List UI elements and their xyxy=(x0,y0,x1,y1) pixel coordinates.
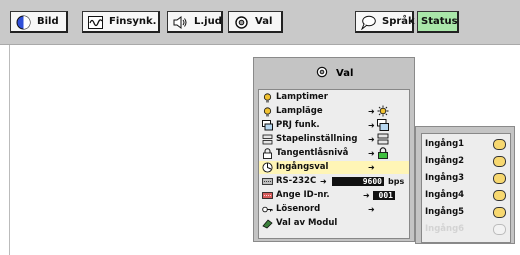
menu-item-rs232c[interactable]: RS-232C ➜ 9600 bps xyxy=(259,175,409,188)
submenu-item-ingang3[interactable]: Ingång3 xyxy=(422,171,510,185)
radio-button[interactable] xyxy=(493,190,506,201)
lamp-icon xyxy=(263,93,272,103)
arrow-right-icon: ➜ xyxy=(363,191,370,200)
input-select-icon xyxy=(262,162,273,173)
projector-icon xyxy=(262,120,273,131)
submenu-item-label: Ingång6 xyxy=(425,224,465,234)
serial-port-icon xyxy=(262,178,273,185)
submenu-item-ingang1[interactable]: Ingång1 xyxy=(422,137,510,151)
arrow-right-icon: ➜ xyxy=(368,121,375,130)
status-tab[interactable]: Status xyxy=(417,11,459,33)
speech-bubble-icon xyxy=(361,15,376,30)
radio-button[interactable] xyxy=(493,156,506,167)
arrow-right-icon: ➜ xyxy=(320,177,327,186)
speaker-icon xyxy=(173,16,187,29)
ljud-label: L.jud xyxy=(194,16,222,27)
submenu-item-label: Ingång2 xyxy=(425,156,465,166)
input-submenu-panel: Ingång1 Ingång2 Ingång3 Ingång4 Ingång5 … xyxy=(415,126,515,244)
options-icon xyxy=(235,16,248,29)
arrow-right-icon: ➜ xyxy=(368,135,375,144)
panel-title: Val xyxy=(254,63,414,85)
submenu-item-label: Ingång4 xyxy=(425,190,465,200)
menu-item-ingangsval[interactable]: Ingångsval ➜ xyxy=(259,161,409,174)
menu-item-label: Ingångsval xyxy=(276,162,329,172)
sync-icon xyxy=(88,16,103,29)
val-menu-panel: Val Lamptimer Lampläge ➜ PRJ funk. ➜ Sta… xyxy=(253,57,415,242)
radio-button[interactable] xyxy=(493,139,506,150)
val-label: Val xyxy=(255,16,273,27)
top-menu-bar: Bild Finsynk. L.jud Val Språk Status xyxy=(0,0,520,45)
lock-icon xyxy=(263,148,272,159)
menu-item-label: Lamptimer xyxy=(276,92,328,102)
sprak-label: Språk xyxy=(382,16,415,27)
menu-item-label: PRJ funk. xyxy=(276,120,320,130)
submenu-item-ingang5[interactable]: Ingång5 xyxy=(422,205,510,219)
panel-title-text: Val xyxy=(336,68,354,79)
menu-item-val-av-modul[interactable]: Val av Modul xyxy=(259,217,409,230)
finsynk-label: Finsynk. xyxy=(109,16,157,27)
menu-item-tangentlasniva[interactable]: Tangentlåsnivå ➜ xyxy=(259,147,409,160)
submenu-item-ingang4[interactable]: Ingång4 xyxy=(422,188,510,202)
arrow-right-icon: ➜ xyxy=(368,205,375,214)
menu-item-losenord[interactable]: Lösenord ➜ xyxy=(259,203,409,216)
picture-icon xyxy=(16,15,31,30)
menu-item-label: Val av Modul xyxy=(276,218,338,228)
options-icon xyxy=(316,66,327,78)
menu-item-label: Lampläge xyxy=(276,106,323,116)
arrow-right-icon: ➜ xyxy=(368,163,375,172)
input-submenu-list: Ingång1 Ingång2 Ingång3 Ingång4 Ingång5 … xyxy=(421,133,511,243)
module-icon xyxy=(262,219,273,229)
sprak-tab[interactable]: Språk xyxy=(355,11,415,33)
menu-item-label: Stapelinställning xyxy=(276,134,358,144)
baud-unit: bps xyxy=(388,177,405,186)
submenu-item-ingang2[interactable]: Ingång2 xyxy=(422,154,510,168)
radio-button xyxy=(493,224,506,235)
bild-label: Bild xyxy=(37,16,59,27)
key-icon xyxy=(262,206,273,213)
stack-icon xyxy=(377,133,389,145)
menu-item-label: RS-232C xyxy=(276,176,317,186)
val-tab[interactable]: Val xyxy=(228,11,283,33)
ljud-tab[interactable]: L.jud xyxy=(167,11,223,33)
id-number-value[interactable]: 001 xyxy=(373,191,395,200)
menu-item-ange-id-nr[interactable]: Ange ID-nr. ➜ 001 xyxy=(259,189,409,202)
menu-item-lamptimer[interactable]: Lamptimer xyxy=(259,91,409,104)
lock-icon xyxy=(378,147,388,159)
submenu-item-ingang6: Ingång6 xyxy=(422,222,510,236)
status-label: Status xyxy=(421,16,458,27)
menu-item-lamplage[interactable]: Lampläge ➜ xyxy=(259,105,409,118)
lamp-icon xyxy=(263,107,272,117)
baud-rate-value[interactable]: 9600 xyxy=(332,177,384,186)
menu-item-stapelinstallning[interactable]: Stapelinställning ➜ xyxy=(259,133,409,146)
id-icon xyxy=(262,192,273,199)
menu-item-prj-funk[interactable]: PRJ funk. ➜ xyxy=(259,119,409,132)
projector-icon xyxy=(377,119,389,131)
radio-button[interactable] xyxy=(493,173,506,184)
finsynk-tab[interactable]: Finsynk. xyxy=(82,11,160,33)
radio-button[interactable] xyxy=(493,207,506,218)
menu-item-label: Lösenord xyxy=(276,204,321,214)
submenu-item-label: Ingång1 xyxy=(425,139,465,149)
options-list: Lamptimer Lampläge ➜ PRJ funk. ➜ Stapeli… xyxy=(258,89,410,239)
submenu-item-label: Ingång3 xyxy=(425,173,465,183)
arrow-right-icon: ➜ xyxy=(368,107,375,116)
arrow-right-icon: ➜ xyxy=(368,149,375,158)
bild-tab[interactable]: Bild xyxy=(10,11,68,33)
submenu-item-label: Ingång5 xyxy=(425,207,465,217)
menu-item-label: Tangentlåsnivå xyxy=(276,148,349,158)
lamp-bright-icon xyxy=(377,105,389,117)
menu-item-label: Ange ID-nr. xyxy=(276,190,330,200)
stack-icon xyxy=(262,134,273,145)
left-divider xyxy=(9,45,10,255)
